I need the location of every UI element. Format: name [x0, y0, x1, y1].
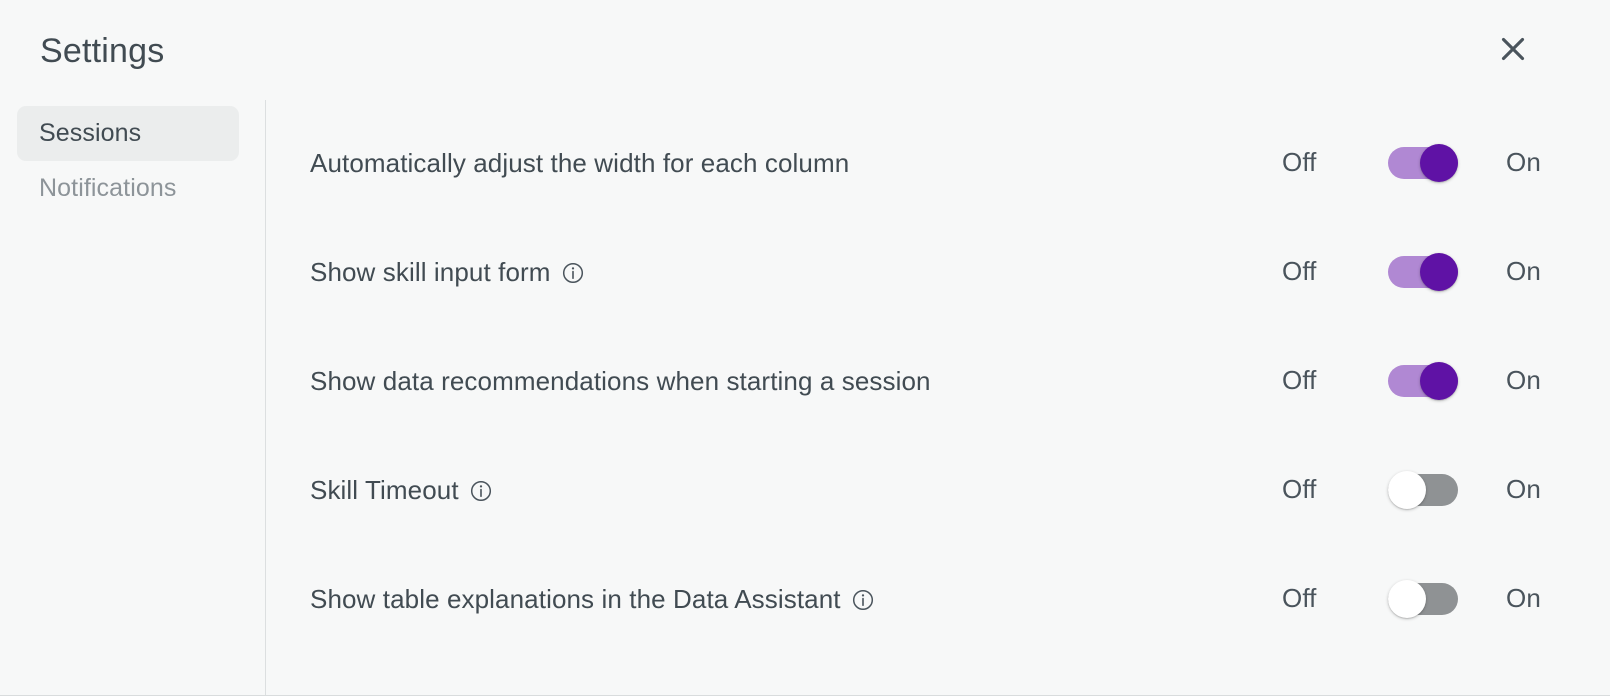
dialog-header: Settings: [0, 0, 1610, 100]
settings-list: Automatically adjust the width for each …: [266, 100, 1610, 653]
toggle-on-label: On: [1506, 474, 1541, 504]
toggle-knob: [1388, 470, 1426, 509]
setting-row: Show table explanations in the Data Assi…: [266, 544, 1610, 653]
dialog-body: Sessions Notifications Automatically adj…: [0, 100, 1610, 695]
settings-dialog: Settings Sessions Notifications Automati…: [0, 0, 1610, 696]
info-icon[interactable]: [562, 262, 584, 284]
setting-row: Show data recommendations when starting …: [266, 326, 1610, 435]
toggle-group: Off On: [1282, 252, 1566, 291]
info-icon[interactable]: [470, 480, 492, 502]
setting-label-wrapper: Skill Timeout: [310, 473, 492, 507]
close-button[interactable]: [1490, 26, 1536, 72]
setting-toggle[interactable]: [1388, 470, 1458, 509]
setting-row: Automatically adjust the width for each …: [266, 108, 1610, 217]
sidebar-item-label: Notifications: [39, 174, 177, 202]
setting-label: Show table explanations in the Data Assi…: [310, 583, 841, 614]
setting-label-wrapper: Show skill input form: [310, 255, 584, 289]
toggle-on-label: On: [1506, 583, 1541, 613]
toggle-group: Off On: [1282, 470, 1566, 509]
setting-toggle[interactable]: [1388, 252, 1458, 291]
toggle-off-label: Off: [1282, 365, 1317, 395]
setting-label-wrapper: Automatically adjust the width for each …: [310, 146, 849, 180]
toggle-knob: [1420, 252, 1458, 291]
setting-toggle[interactable]: [1388, 361, 1458, 400]
toggle-group: Off On: [1282, 143, 1566, 182]
settings-sidebar: Sessions Notifications: [0, 100, 266, 695]
toggle-off-label: Off: [1282, 474, 1317, 504]
setting-label-wrapper: Show table explanations in the Data Assi…: [310, 582, 874, 616]
setting-row: Skill Timeout Off On: [266, 435, 1610, 544]
sidebar-item-sessions[interactable]: Sessions: [17, 106, 239, 161]
setting-label: Automatically adjust the width for each …: [310, 147, 850, 178]
toggle-off-label: Off: [1282, 147, 1317, 177]
setting-row: Show skill input form Off On: [266, 217, 1610, 326]
toggle-knob: [1420, 143, 1458, 182]
toggle-off-label: Off: [1282, 256, 1317, 286]
setting-label: Show skill input form: [310, 256, 551, 287]
setting-label: Skill Timeout: [310, 474, 459, 505]
toggle-on-label: On: [1506, 365, 1541, 395]
close-icon: [1498, 34, 1528, 64]
sidebar-item-label: Sessions: [39, 119, 142, 147]
setting-label-wrapper: Show data recommendations when starting …: [310, 364, 931, 398]
toggle-group: Off On: [1282, 361, 1566, 400]
page-title: Settings: [40, 32, 165, 70]
toggle-on-label: On: [1506, 147, 1541, 177]
info-icon[interactable]: [852, 589, 874, 611]
toggle-knob: [1420, 361, 1458, 400]
settings-content: Automatically adjust the width for each …: [266, 100, 1610, 695]
toggle-group: Off On: [1282, 579, 1566, 618]
setting-toggle[interactable]: [1388, 143, 1458, 182]
sidebar-item-notifications[interactable]: Notifications: [17, 161, 239, 216]
setting-label: Show data recommendations when starting …: [310, 365, 931, 396]
toggle-off-label: Off: [1282, 583, 1317, 613]
toggle-knob: [1388, 579, 1426, 618]
toggle-on-label: On: [1506, 256, 1541, 286]
setting-toggle[interactable]: [1388, 579, 1458, 618]
